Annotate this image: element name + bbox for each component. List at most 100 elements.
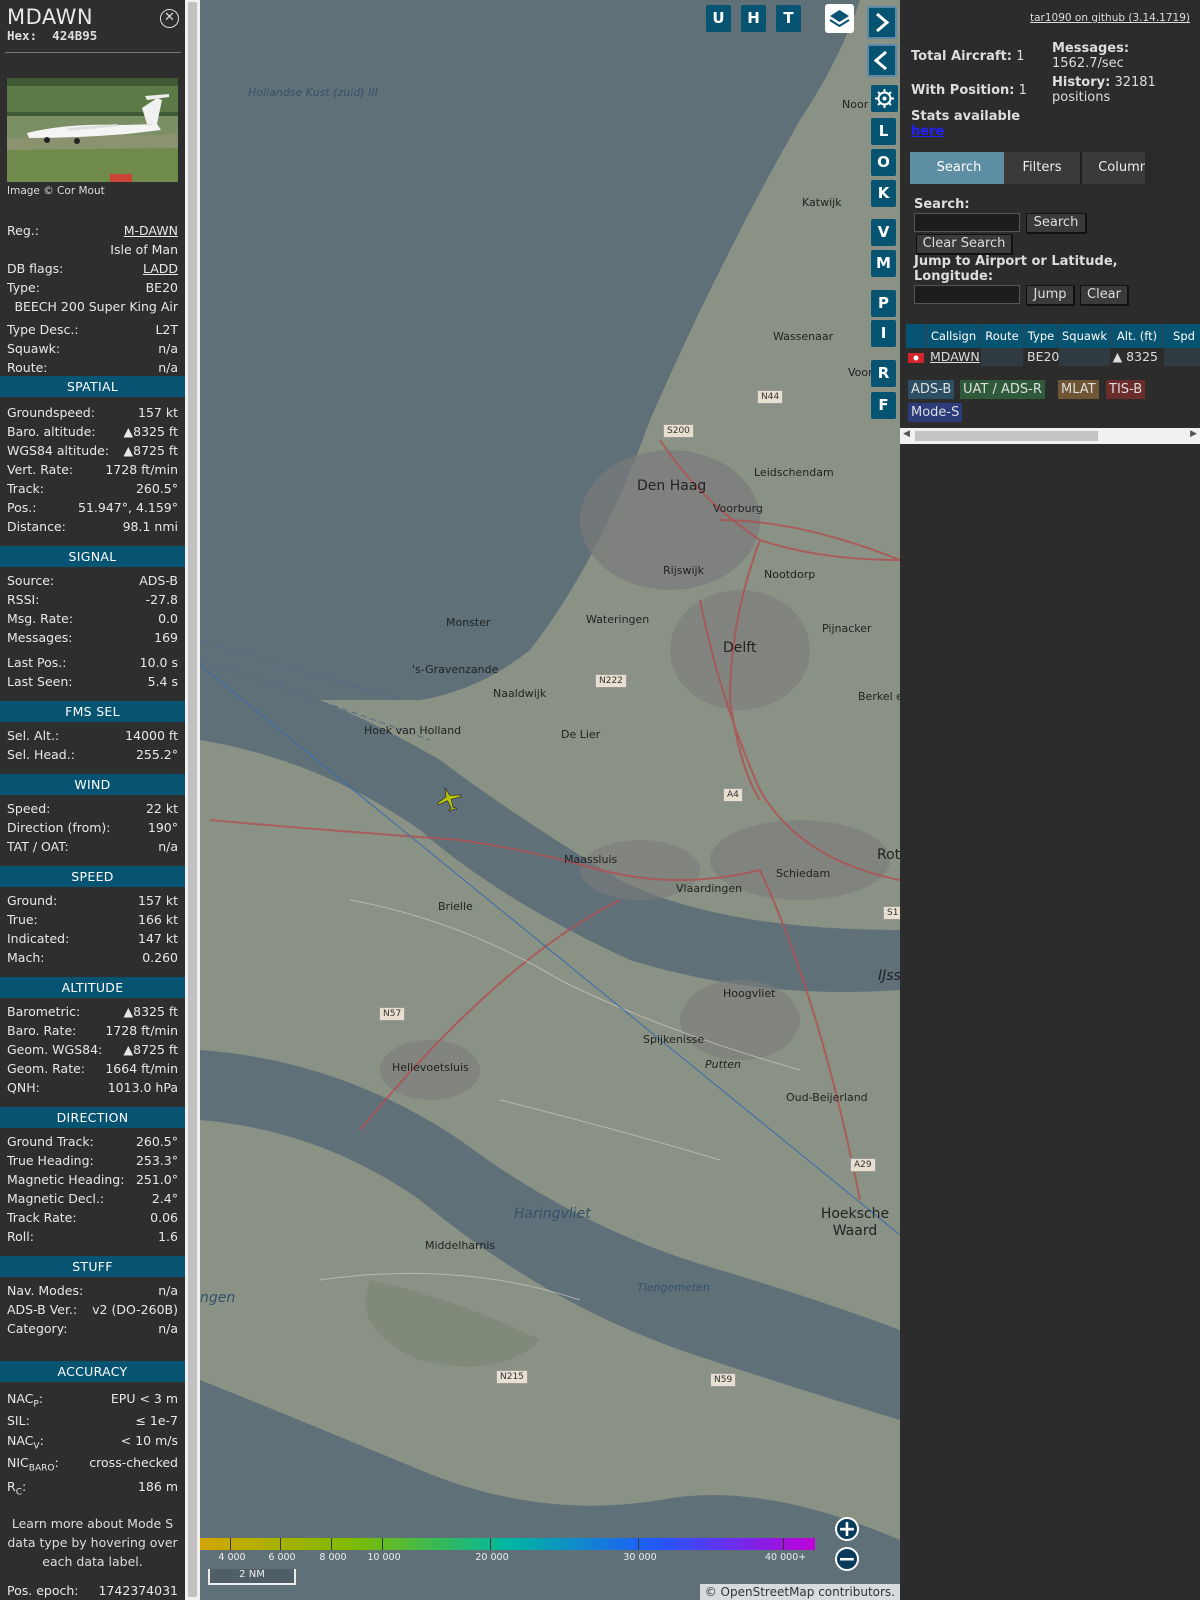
toggle-k-button[interactable]: K — [871, 180, 896, 207]
section-header-spatial[interactable]: SPATIAL — [0, 376, 185, 397]
column-header-type[interactable]: Type — [1025, 324, 1059, 348]
cell-squawk[interactable] — [1059, 348, 1110, 366]
detail-label[interactable]: True Heading: — [7, 1152, 94, 1170]
section-header-direction[interactable]: DIRECTION — [0, 1107, 185, 1128]
detail-label[interactable]: ADS-B Ver.: — [7, 1301, 77, 1319]
detail-label[interactable]: Geom. Rate: — [7, 1060, 85, 1078]
column-header-squawk[interactable]: Squawk — [1059, 324, 1112, 348]
jump-button[interactable]: Jump — [1026, 285, 1074, 305]
stats-link[interactable]: here — [911, 124, 944, 139]
detail-label[interactable]: Mach: — [7, 949, 44, 967]
detail-label[interactable]: Category: — [7, 1320, 67, 1338]
detail-label[interactable]: Direction (from): — [7, 819, 111, 837]
search-input[interactable] — [914, 213, 1020, 232]
detail-label[interactable]: Baro. altitude: — [7, 423, 96, 441]
detail-label[interactable]: NICBARO: — [7, 1454, 59, 1474]
toggle-v-button[interactable]: V — [871, 219, 896, 246]
detail-label[interactable]: SIL: — [7, 1412, 30, 1430]
detail-label[interactable]: Baro. Rate: — [7, 1022, 76, 1040]
detail-label[interactable]: WGS84 altitude: — [7, 442, 109, 460]
layers-icon[interactable] — [825, 4, 854, 33]
detail-label[interactable]: Groundspeed: — [7, 404, 95, 422]
detail-label[interactable]: Pos.: — [7, 499, 36, 517]
detail-label[interactable]: Ground Track: — [7, 1133, 94, 1151]
map-attribution[interactable]: © OpenStreetMap contributors. — [699, 1584, 900, 1600]
detail-label[interactable]: Track Rate: — [7, 1209, 77, 1227]
zoom-in-icon[interactable]: + — [835, 1517, 859, 1541]
detail-label[interactable]: Sel. Alt.: — [7, 727, 59, 745]
toggle-u-button[interactable]: U — [706, 5, 731, 32]
section-header-speed[interactable]: SPEED — [0, 866, 185, 887]
info-value[interactable]: M-DAWN — [124, 222, 178, 240]
tab-filters[interactable]: Filters — [1004, 152, 1080, 184]
cell-speed[interactable] — [1164, 348, 1200, 366]
toggle-t-button[interactable]: T — [776, 5, 801, 32]
toggle-p-button[interactable]: P — [871, 290, 896, 317]
detail-label[interactable]: NACP: — [7, 1390, 43, 1410]
cell-altitude[interactable]: ▲ 8325 — [1112, 348, 1162, 366]
detail-label[interactable]: Distance: — [7, 518, 66, 536]
clear-button[interactable]: Clear — [1080, 285, 1128, 305]
cell-route[interactable] — [981, 348, 1023, 366]
github-link[interactable]: tar1090 on github (3.14.1719) — [1030, 12, 1190, 24]
detail-label[interactable]: Roll: — [7, 1228, 34, 1246]
column-header-altitude[interactable]: Alt. (ft) — [1112, 324, 1164, 348]
section-header-signal[interactable]: SIGNAL — [0, 546, 185, 567]
detail-label[interactable]: NACV: — [7, 1432, 44, 1452]
collapse-left-icon[interactable] — [867, 44, 897, 77]
detail-label[interactable]: RSSI: — [7, 591, 39, 609]
column-header-speed[interactable]: Spd — [1164, 324, 1200, 348]
detail-label[interactable]: Sel. Head.: — [7, 746, 75, 764]
toggle-i-button[interactable]: I — [871, 320, 896, 347]
detail-label[interactable]: Magnetic Decl.: — [7, 1190, 104, 1208]
search-button[interactable]: Search — [1026, 213, 1086, 233]
cell-callsign[interactable]: MDAWN — [928, 348, 980, 366]
left-panel-scrollbar[interactable] — [185, 0, 200, 1600]
scrollbar-thumb[interactable] — [915, 431, 1098, 441]
detail-label[interactable]: Msg. Rate: — [7, 610, 73, 628]
jump-input[interactable] — [914, 285, 1020, 304]
detail-label[interactable]: Messages: — [7, 629, 73, 647]
detail-label[interactable]: Speed: — [7, 800, 50, 818]
toggle-m-button[interactable]: M — [871, 250, 896, 277]
section-header-accuracy[interactable]: ACCURACY — [0, 1361, 185, 1382]
detail-label[interactable]: Indicated: — [7, 930, 69, 948]
toggle-l-button[interactable]: L — [871, 118, 896, 145]
expand-right-icon[interactable] — [867, 6, 897, 39]
scrollbar-thumb[interactable] — [188, 2, 197, 1597]
detail-label[interactable]: QNH: — [7, 1079, 40, 1097]
detail-label[interactable]: Nav. Modes: — [7, 1282, 83, 1300]
scroll-right-icon[interactable]: ▶ — [1190, 429, 1197, 439]
scroll-left-icon[interactable]: ◀ — [903, 429, 910, 439]
tab-extra[interactable] — [1145, 152, 1190, 184]
cell-type[interactable]: BE20 — [1025, 348, 1059, 366]
section-header-stuff[interactable]: STUFF — [0, 1256, 185, 1277]
detail-label[interactable]: Last Pos.: — [7, 654, 66, 672]
detail-label[interactable]: Magnetic Heading: — [7, 1171, 124, 1189]
info-value[interactable]: LADD — [143, 260, 178, 278]
tab-search[interactable]: Search — [910, 152, 1008, 184]
section-header-fms[interactable]: FMS SEL — [0, 701, 185, 722]
toggle-r-button[interactable]: R — [871, 360, 896, 387]
table-horizontal-scrollbar[interactable]: ◀ ▶ — [900, 428, 1200, 444]
detail-label[interactable]: Barometric: — [7, 1003, 80, 1021]
column-header-callsign[interactable]: Callsign — [928, 324, 981, 348]
section-header-wind[interactable]: WIND — [0, 774, 185, 795]
detail-label[interactable]: TAT / OAT: — [7, 838, 69, 856]
detail-label[interactable]: Geom. WGS84: — [7, 1041, 102, 1059]
detail-label[interactable]: RC: — [7, 1478, 26, 1498]
clear-search-button[interactable]: Clear Search — [916, 234, 1012, 254]
map-view[interactable]: Hollandse Kust (zuid) III Den Haag Voorb… — [200, 0, 900, 1600]
column-header-route[interactable]: Route — [981, 324, 1025, 348]
detail-label[interactable]: True: — [7, 911, 38, 929]
toggle-h-button[interactable]: H — [741, 5, 766, 32]
close-icon[interactable]: ✕ — [160, 9, 179, 28]
zoom-out-icon[interactable]: − — [835, 1547, 859, 1571]
detail-label[interactable]: Last Seen: — [7, 673, 72, 691]
settings-gear-icon[interactable] — [871, 85, 898, 112]
toggle-o-button[interactable]: O — [871, 149, 896, 176]
toggle-f-button[interactable]: F — [871, 392, 896, 419]
detail-label[interactable]: Vert. Rate: — [7, 461, 73, 479]
detail-label[interactable]: Ground: — [7, 892, 57, 910]
detail-label[interactable]: Source: — [7, 572, 54, 590]
